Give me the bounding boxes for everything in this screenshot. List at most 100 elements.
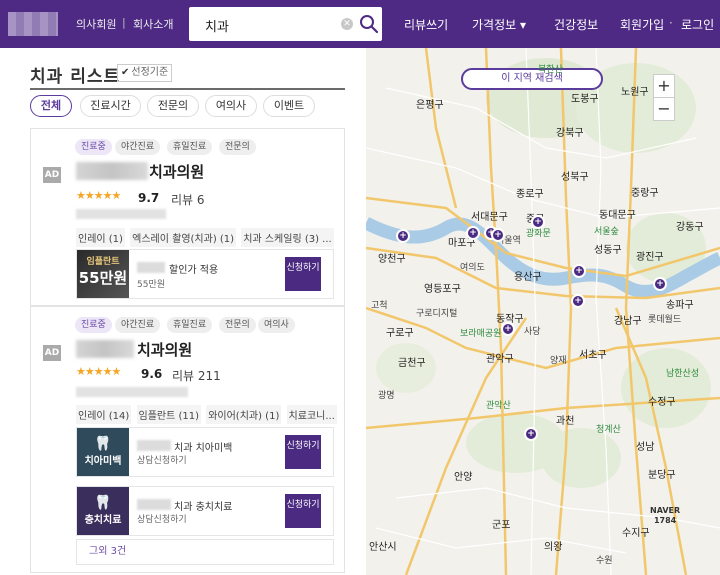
map-label: 청계산 (596, 425, 621, 435)
nav-signup[interactable]: 회원가입 (620, 16, 664, 33)
clinic-name-redacted (76, 162, 148, 180)
map-label: 보라매공원 (460, 329, 502, 339)
map-label: 의왕 (544, 542, 563, 553)
map-label: 안양 (454, 472, 473, 483)
clear-icon[interactable]: ✕ (341, 18, 353, 30)
map-label: 서초구 (579, 350, 607, 361)
promo-item[interactable]: 🦷 충치치료 치과 충치치료 상담신청하기 신청하기 (76, 486, 334, 536)
map-label: 양재 (550, 356, 567, 366)
treatment-item[interactable]: 치과 스케일링 (3) ... (241, 228, 334, 247)
treatment-item[interactable]: 인레이 (1) (76, 228, 125, 247)
treatment-list: 인레이 (1) 엑스레이 촬영(치과) (1) 치과 스케일링 (3) ... (76, 228, 338, 247)
filter-female-doctor[interactable]: 여의사 (205, 95, 257, 117)
clinic-name[interactable]: 치과의원 (137, 339, 192, 360)
ad-badge: AD (43, 345, 61, 361)
clinic-map-pin[interactable]: + (571, 294, 585, 308)
nav-write-review[interactable]: 리뷰쓰기 (404, 16, 448, 33)
promo-title: 치과 충치치료 (174, 502, 233, 513)
map-label: 사당 (524, 327, 541, 337)
map-view[interactable]: 이 지역 재검색 + − 은평구 강북구 도봉구 노원구 성북구 중랑구 종로구… (366, 48, 720, 575)
map-label: 구로디지털 (416, 309, 458, 319)
promo-thumb-price: 55만원 (78, 269, 128, 287)
treatment-item[interactable]: 와이어(치과) (1) (206, 405, 282, 424)
ad-badge: AD (43, 167, 61, 183)
map-label: 동대문구 (599, 210, 636, 221)
tag-specialist: 전문의 (219, 139, 256, 155)
map-label: 은평구 (416, 100, 444, 111)
treatment-item[interactable]: 인레이 (14) (76, 405, 132, 424)
rating-score: 9.6 (141, 367, 163, 381)
status-badge: 진료중 (75, 317, 112, 333)
nav-price-info[interactable]: 가격정보 ▾ (472, 16, 526, 33)
promo-clinic-redacted (137, 440, 171, 451)
map-label: 도봉구 (571, 94, 599, 105)
tag-specialist: 전문의 (219, 317, 256, 333)
promo-clinic-redacted (137, 499, 171, 510)
clinic-card[interactable]: AD 진료중 야간진료 휴일진료 전문의 여의사 치과의원 ★★★★★ 9.6 … (30, 306, 345, 573)
map-label: 중랑구 (631, 188, 659, 199)
chevron-down-icon: ▾ (520, 18, 527, 32)
promo-clinic-redacted (137, 262, 165, 273)
map-label: 수지구 (622, 528, 650, 539)
filter-specialist[interactable]: 전문의 (147, 95, 199, 117)
promo-consult[interactable]: 상담신청하기 (137, 512, 187, 525)
treatment-item[interactable]: 임플란트 (11) (136, 405, 202, 424)
doctor-member-link[interactable]: 의사회원 (76, 16, 116, 32)
clinic-map-pin[interactable]: + (491, 228, 505, 242)
map-label: 관악산 (486, 401, 511, 411)
promo-item[interactable]: 🦷 치아미백 치과 치아미백 상담신청하기 신청하기 (76, 427, 334, 477)
treatment-item[interactable]: 엑스레이 촬영(치과) (1) (130, 228, 237, 247)
company-intro-link[interactable]: 회사소개 (133, 16, 173, 32)
nav-health-info[interactable]: 건강정보 (554, 16, 598, 33)
clinic-map-pin[interactable]: + (572, 264, 586, 278)
nav-login[interactable]: 로그인 (681, 16, 714, 33)
review-count[interactable]: 리뷰 6 (171, 191, 205, 208)
map-label: 구로구 (386, 328, 414, 339)
apply-button[interactable]: 신청하기 (285, 257, 321, 291)
promo-thumb-label: 치아미백 (84, 456, 122, 467)
filter-event[interactable]: 이벤트 (263, 95, 315, 117)
clinic-map-pin[interactable]: + (466, 226, 480, 240)
map-label: 분당구 (648, 470, 676, 481)
more-promos-link[interactable]: 그외 3건 (76, 539, 334, 565)
clinic-address-redacted (76, 387, 188, 397)
map-label: 고척 (371, 301, 388, 311)
map-label: 강북구 (556, 128, 584, 139)
search-icon[interactable] (359, 14, 379, 34)
zoom-out-button[interactable]: − (653, 97, 675, 121)
clinic-map-pin[interactable]: + (396, 229, 410, 243)
map-label: 롯데월드 (648, 315, 682, 325)
search-query[interactable]: 치과 (205, 16, 229, 35)
apply-button[interactable]: 신청하기 (285, 435, 321, 469)
clinic-map-pin[interactable]: + (531, 215, 545, 229)
map-label: 과천 (556, 416, 575, 427)
title-divider (30, 88, 345, 90)
zoom-in-button[interactable]: + (653, 74, 675, 98)
promo-consult[interactable]: 상담신청하기 (137, 453, 187, 466)
map-label: 관악구 (486, 354, 514, 365)
site-logo[interactable] (8, 12, 58, 36)
tag-holiday: 휴일진료 (167, 317, 213, 333)
filter-hours[interactable]: 진료시간 (80, 95, 141, 117)
map-label: 금천구 (398, 358, 426, 369)
treatment-item[interactable]: 치료코니... (286, 405, 337, 424)
promo-thumbnail: 🦷 치아미백 (77, 428, 129, 476)
promo-item[interactable]: 임플란트 55만원 할인가 적용 55만원 신청하기 (76, 249, 334, 299)
map-label: 수정구 (648, 397, 676, 408)
clinic-map-pin[interactable]: + (501, 322, 515, 336)
filter-all[interactable]: 전체 (30, 95, 72, 117)
map-label: 북한산 (538, 65, 563, 75)
selection-criteria-button[interactable]: ✔ 선정기준 (117, 64, 173, 82)
search-input[interactable]: 치과 ✕ (189, 7, 382, 41)
map-label: 성동구 (594, 245, 622, 256)
clinic-card[interactable]: AD 진료중 야간진료 휴일진료 전문의 치과의원 ★★★★★ 9.7 리뷰 6… (30, 128, 345, 306)
map-label: 서울숲 (594, 227, 619, 237)
map-label: 양천구 (378, 254, 406, 265)
clinic-map-pin[interactable]: + (653, 277, 667, 291)
apply-button[interactable]: 신청하기 (285, 494, 321, 528)
clinic-name[interactable]: 치과의원 (149, 161, 204, 182)
clinic-map-pin[interactable]: + (524, 427, 538, 441)
nav-divider: · (669, 16, 673, 30)
research-area-button[interactable]: 이 지역 재검색 (461, 68, 603, 90)
review-count[interactable]: 리뷰 211 (172, 367, 221, 384)
